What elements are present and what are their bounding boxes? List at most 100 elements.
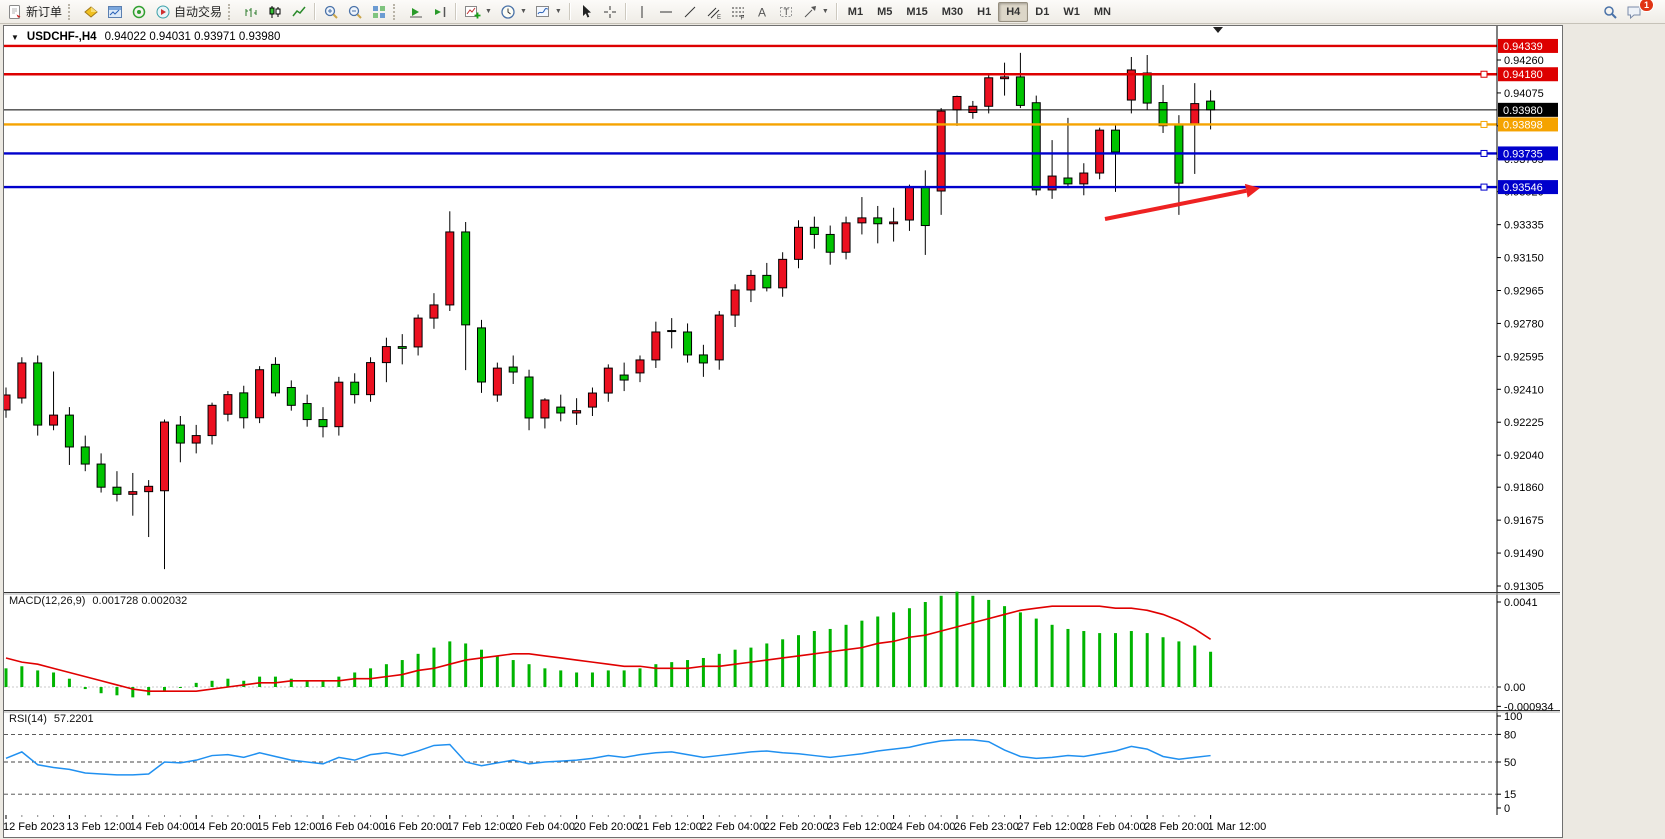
fibonacci-button[interactable]: F bbox=[726, 1, 750, 23]
candle-body bbox=[303, 404, 311, 420]
candle-body bbox=[573, 411, 581, 413]
zoom-out-button[interactable] bbox=[343, 1, 367, 23]
macd-histogram-bar bbox=[464, 643, 467, 687]
text-button[interactable]: A bbox=[750, 1, 774, 23]
price-tick-label: 0.92225 bbox=[1504, 417, 1544, 429]
candle-body bbox=[335, 382, 343, 426]
candle-body bbox=[557, 407, 565, 413]
period-button[interactable]: ▼ bbox=[496, 1, 531, 23]
chart-shift-button[interactable] bbox=[428, 1, 452, 23]
text-label-icon: T bbox=[778, 4, 794, 20]
candle-body bbox=[699, 355, 707, 363]
candle-body bbox=[1032, 103, 1040, 190]
price-line-badge-label: 0.94339 bbox=[1503, 41, 1543, 53]
autotrade-button[interactable]: 自动交易 bbox=[151, 1, 226, 23]
auto-scroll-button[interactable] bbox=[404, 1, 428, 23]
candle-body bbox=[921, 187, 929, 225]
macd-histogram-bar bbox=[1162, 637, 1165, 687]
zoom-in-button[interactable] bbox=[319, 1, 343, 23]
candlestick-chart-button[interactable] bbox=[263, 1, 287, 23]
candle-body bbox=[620, 375, 628, 380]
candle-body bbox=[50, 415, 58, 425]
price-line-badge-label: 0.93980 bbox=[1503, 105, 1543, 117]
chart-canvas[interactable]: 0.942600.940750.938900.937050.935200.933… bbox=[4, 26, 1560, 835]
toolbar-separator bbox=[625, 3, 627, 20]
tab-timeframe-m30[interactable]: M30 bbox=[935, 3, 970, 21]
tile-windows-button[interactable] bbox=[367, 1, 391, 23]
candle-body bbox=[208, 405, 216, 435]
arrows-button[interactable]: ▼ bbox=[798, 1, 833, 23]
new-order-label: 新订单 bbox=[26, 3, 62, 20]
date-tick-label: 21 Feb 12:00 bbox=[637, 821, 702, 833]
candle-body bbox=[367, 363, 375, 395]
price-tick-label: 0.94075 bbox=[1504, 88, 1544, 100]
price-line-badge-label: 0.93898 bbox=[1503, 119, 1543, 131]
macd-histogram-bar bbox=[242, 681, 245, 687]
tab-timeframe-m15[interactable]: M15 bbox=[899, 3, 934, 21]
price-tick-label: 0.92595 bbox=[1504, 351, 1544, 363]
rsi-indicator-label: RSI(14) 57.2201 bbox=[9, 713, 94, 725]
candle-body bbox=[1064, 178, 1072, 184]
macd-histogram-bar bbox=[1130, 631, 1133, 687]
line-handle[interactable] bbox=[1481, 184, 1487, 190]
macd-histogram-bar bbox=[670, 662, 673, 687]
candle-body bbox=[715, 315, 723, 360]
search-button[interactable] bbox=[1598, 1, 1622, 23]
tab-timeframe-h4[interactable]: H4 bbox=[998, 2, 1028, 22]
macd-histogram-bar bbox=[1019, 612, 1022, 687]
tab-timeframe-d1[interactable]: D1 bbox=[1028, 3, 1056, 21]
cursor-button[interactable] bbox=[574, 1, 598, 23]
tab-timeframe-w1[interactable]: W1 bbox=[1056, 3, 1087, 21]
svg-text:A: A bbox=[758, 5, 766, 19]
line-chart-button[interactable] bbox=[287, 1, 311, 23]
tab-timeframe-m5[interactable]: M5 bbox=[870, 3, 899, 21]
zoom-out-icon bbox=[347, 4, 363, 20]
gold-button[interactable] bbox=[79, 1, 103, 23]
crosshair-button[interactable] bbox=[598, 1, 622, 23]
rsi-tick-label: 50 bbox=[1504, 757, 1516, 769]
equidistant-channel-icon: E bbox=[706, 4, 722, 20]
add-indicator-button[interactable]: ▼ bbox=[460, 1, 496, 23]
macd-histogram-bar bbox=[1003, 606, 1006, 687]
candle-body bbox=[65, 415, 73, 447]
chart-template-button[interactable]: ▼ bbox=[531, 1, 566, 23]
macd-values: 0.001728 0.002032 bbox=[92, 595, 187, 607]
bar-chart-button[interactable] bbox=[239, 1, 263, 23]
rsi-value: 57.2201 bbox=[54, 713, 94, 725]
vertical-line-icon bbox=[634, 4, 650, 20]
price-line-badge-label: 0.93546 bbox=[1503, 182, 1543, 194]
toolbar-grip bbox=[68, 4, 75, 20]
macd-histogram-bar bbox=[591, 672, 594, 687]
candle-body bbox=[1096, 130, 1104, 173]
tab-timeframe-m1[interactable]: M1 bbox=[841, 3, 870, 21]
candle-body bbox=[1001, 77, 1009, 79]
line-handle[interactable] bbox=[1481, 150, 1487, 156]
equidistant-channel-button[interactable]: E bbox=[702, 1, 726, 23]
macd-histogram-bar bbox=[639, 668, 642, 687]
vertical-line-button[interactable] bbox=[630, 1, 654, 23]
chart-template-icon bbox=[535, 4, 551, 20]
text-label-button[interactable]: T bbox=[774, 1, 798, 23]
horizontal-line-button[interactable] bbox=[654, 1, 678, 23]
line-handle[interactable] bbox=[1481, 121, 1487, 127]
market-watch-button[interactable] bbox=[103, 1, 127, 23]
chart-header[interactable]: ▼ USDCHF-,H4 0.94022 0.94031 0.93971 0.9… bbox=[11, 31, 280, 43]
tab-timeframe-h1[interactable]: H1 bbox=[970, 3, 998, 21]
new-order-button[interactable]: 新订单 bbox=[3, 1, 66, 23]
macd-histogram-bar bbox=[1209, 652, 1212, 687]
trendline-button[interactable] bbox=[678, 1, 702, 23]
candle-body bbox=[18, 363, 26, 398]
arrows-icon bbox=[802, 4, 818, 20]
tab-timeframe-mn[interactable]: MN bbox=[1087, 3, 1118, 21]
candle-body bbox=[414, 318, 422, 347]
chat-button[interactable]: 1 bbox=[1622, 1, 1648, 23]
new-order-icon bbox=[7, 4, 23, 20]
crosshair-icon bbox=[602, 4, 618, 20]
candle-body bbox=[97, 464, 105, 487]
candle-body bbox=[145, 486, 153, 491]
line-handle[interactable] bbox=[1481, 71, 1487, 77]
candle-body bbox=[509, 367, 517, 372]
candle-body bbox=[1016, 77, 1024, 105]
candle-body bbox=[462, 232, 470, 325]
signal-button[interactable] bbox=[127, 1, 151, 23]
